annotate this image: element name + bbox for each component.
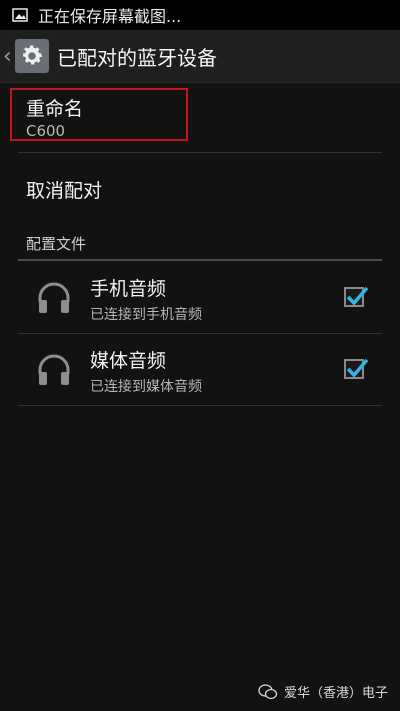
- unpair-button[interactable]: 取消配对: [26, 176, 102, 203]
- screenshot-icon: [12, 8, 28, 22]
- profile-status: 已连接到媒体音频: [90, 379, 202, 395]
- watermark: 爱华（香港）电子: [258, 682, 388, 701]
- back-chevron-icon[interactable]: ‹: [3, 44, 13, 69]
- profile-status: 已连接到手机音频: [90, 307, 202, 323]
- profile-checkbox[interactable]: [344, 286, 369, 307]
- profile-row-phone-audio[interactable]: 手机音频 已连接到手机音频: [18, 262, 382, 333]
- section-divider: [18, 259, 382, 261]
- rename-label: 重命名: [26, 98, 84, 120]
- rename-value: C600: [26, 122, 66, 140]
- profile-row-media-audio[interactable]: 媒体音频 已连接到媒体音频: [18, 334, 382, 405]
- settings-icon[interactable]: [15, 39, 49, 73]
- divider: [18, 405, 382, 406]
- watermark-text: 爱华（香港）电子: [283, 686, 388, 701]
- profile-title: 手机音频: [90, 278, 167, 300]
- checkmark-icon: [346, 358, 369, 378]
- action-bar: ‹ 已配对的蓝牙设备: [0, 30, 400, 83]
- divider: [18, 152, 382, 153]
- status-text: 正在保存屏幕截图...: [38, 7, 182, 26]
- profiles-section-header: 配置文件: [26, 235, 87, 253]
- page-title: 已配对的蓝牙设备: [57, 45, 217, 70]
- headphones-icon: [38, 282, 70, 313]
- status-bar: 正在保存屏幕截图...: [0, 0, 400, 30]
- checkmark-icon: [346, 286, 369, 306]
- profile-title: 媒体音频: [90, 350, 167, 372]
- wechat-icon: [258, 683, 278, 699]
- headphones-icon: [38, 354, 70, 385]
- profile-checkbox[interactable]: [344, 358, 369, 379]
